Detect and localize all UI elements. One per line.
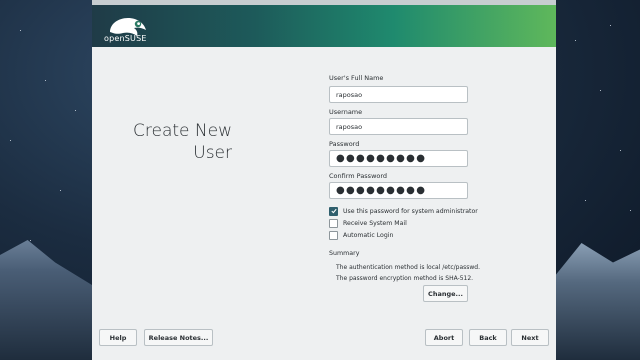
abort-button[interactable]: Abort — [425, 329, 463, 346]
checkbox-sysadmin-password[interactable] — [329, 206, 338, 216]
mountain-right — [550, 243, 640, 360]
confirm-password-field[interactable]: ●●●●●●●●● — [329, 182, 468, 199]
window-top-strip — [92, 0, 556, 5]
mountain-left — [0, 240, 92, 360]
checkbox-system-mail[interactable] — [329, 218, 338, 228]
brand-logo-text: openSUSE — [104, 34, 147, 43]
checkbox-row-auto-login[interactable]: Automatic Login — [329, 230, 393, 240]
page-title-line1: Create New — [133, 121, 232, 141]
page-title-line2: User — [193, 143, 232, 163]
summary-title: Summary — [329, 250, 360, 257]
full-name-label: User's Full Name — [329, 74, 384, 82]
summary-auth-method: The authentication method is local /etc/… — [336, 264, 481, 271]
checkbox-auto-login[interactable] — [329, 230, 338, 240]
page-title: Create New User — [133, 120, 232, 164]
release-notes-button[interactable]: Release Notes... — [144, 329, 213, 346]
summary-encryption-method: The password encryption method is SHA-51… — [336, 275, 474, 282]
change-button[interactable]: Change... — [423, 285, 468, 302]
checkmark-icon — [330, 208, 337, 214]
checkbox-row-sysadmin-password[interactable]: Use this password for system administrat… — [329, 206, 478, 216]
username-field[interactable]: raposao — [329, 118, 468, 135]
checkbox-label-sysadmin-password: Use this password for system administrat… — [343, 207, 478, 215]
confirm-password-label: Confirm Password — [329, 172, 388, 180]
password-field[interactable]: ●●●●●●●●● — [329, 150, 468, 167]
username-label: Username — [329, 108, 363, 116]
checkbox-label-system-mail: Receive System Mail — [343, 219, 407, 227]
back-button[interactable]: Back — [469, 329, 507, 346]
help-button[interactable]: Help — [99, 329, 137, 346]
checkbox-row-system-mail[interactable]: Receive System Mail — [329, 218, 407, 228]
next-button[interactable]: Next — [511, 329, 549, 346]
password-label: Password — [329, 140, 360, 148]
checkbox-label-auto-login: Automatic Login — [343, 231, 394, 239]
full-name-field[interactable]: raposao — [329, 86, 468, 103]
installer-window: openSUSE Create New User User's Full Nam… — [92, 0, 556, 360]
